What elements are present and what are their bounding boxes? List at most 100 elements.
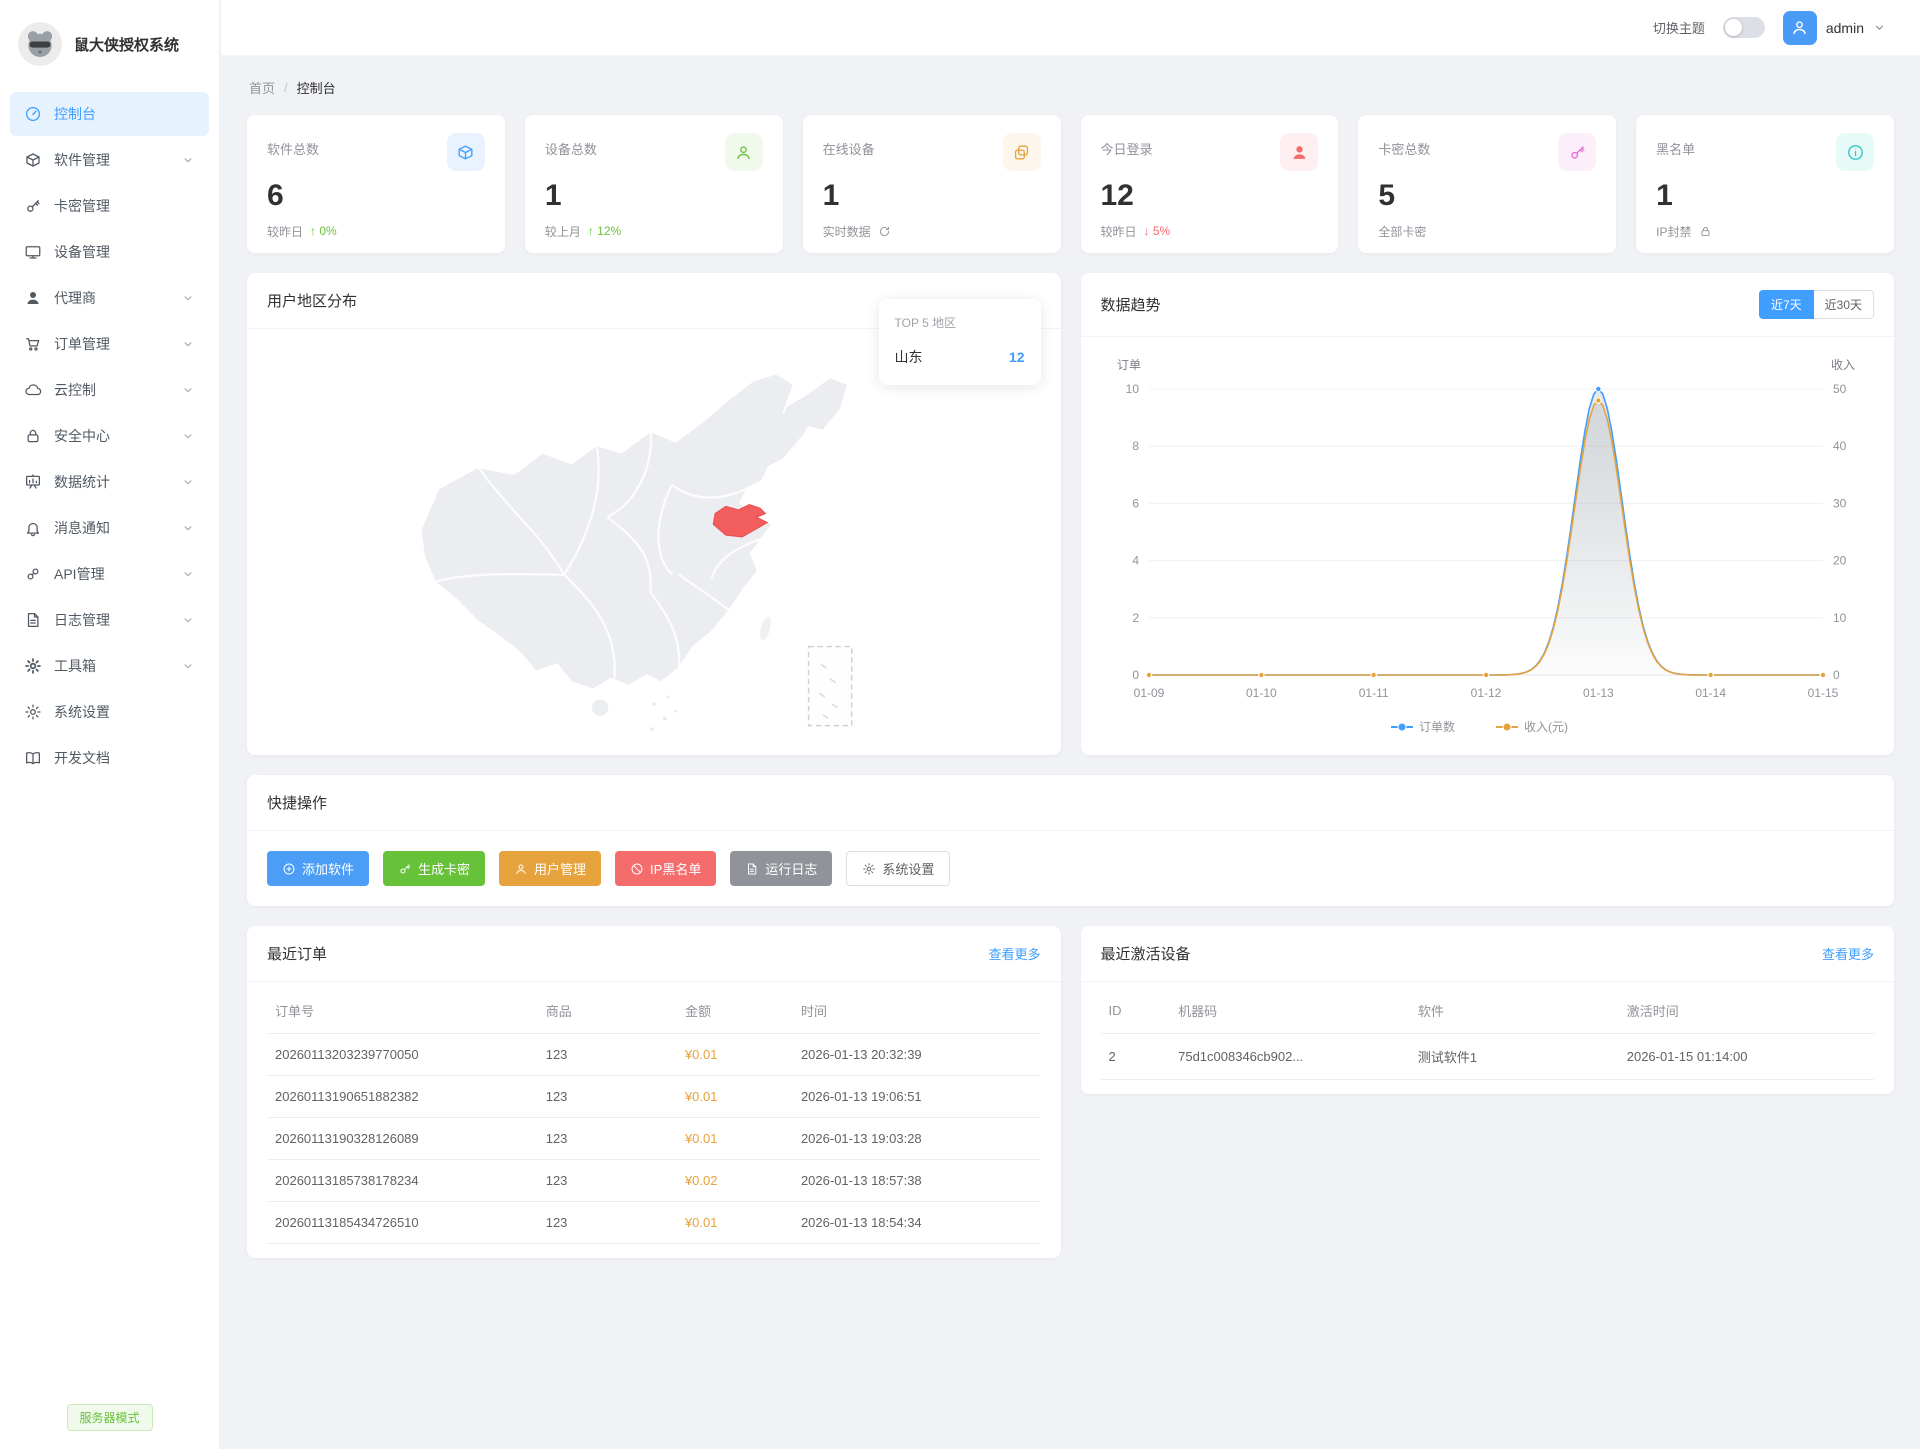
- stat-user-filled-icon: [1290, 143, 1309, 162]
- sidebar-item-14[interactable]: 开发文档: [10, 736, 209, 780]
- quick-action-0[interactable]: 添加软件: [267, 851, 369, 886]
- sidebar-item-7[interactable]: 安全中心: [10, 414, 209, 458]
- trend-line-chart: 024681001020304050订单收入01-0901-1001-1101-…: [1093, 341, 1879, 741]
- quick-action-4[interactable]: 运行日志: [730, 851, 832, 886]
- stat-subtitle: 较昨日↑ 0%: [267, 223, 485, 240]
- table-cell: ¥0.02: [677, 1160, 793, 1202]
- quick-action-label: 生成卡密: [418, 859, 470, 878]
- stat-value: 1: [545, 179, 763, 214]
- sidebar-item-5[interactable]: 订单管理: [10, 322, 209, 366]
- sidebar-item-3[interactable]: 设备管理: [10, 230, 209, 274]
- sidebar-item-12[interactable]: 工具箱: [10, 644, 209, 688]
- quick-action-1[interactable]: 生成卡密: [383, 851, 485, 886]
- file-text-icon: [745, 862, 759, 876]
- sidebar-item-label: 云控制: [54, 380, 169, 400]
- theme-toggle[interactable]: [1723, 17, 1765, 38]
- trend-tab-0[interactable]: 近7天: [1759, 290, 1814, 319]
- chevron-down-icon: [181, 567, 195, 581]
- stat-subtitle: 较上月↑ 12%: [545, 223, 763, 240]
- table-row: 20260113185738178234123¥0.022026-01-13 1…: [267, 1160, 1041, 1202]
- table-cell: 20260113203239770050: [267, 1034, 538, 1076]
- stat-trend: ↑ 0%: [310, 224, 337, 238]
- sidebar-item-label: 工具箱: [54, 656, 169, 676]
- table-row: 20260113190651882382123¥0.012026-01-13 1…: [267, 1076, 1041, 1118]
- svg-text:收入: 收入: [1831, 358, 1855, 372]
- stat-subtitle: 实时数据: [823, 223, 1041, 240]
- svg-text:50: 50: [1833, 382, 1847, 396]
- sidebar-item-label: 订单管理: [54, 334, 169, 354]
- sidebar-item-label: 控制台: [54, 104, 195, 124]
- gear-icon: [24, 703, 42, 721]
- table-row: 20260113190328126089123¥0.012026-01-13 1…: [267, 1118, 1041, 1160]
- top-regions-panel: TOP 5 地区 山东 12: [879, 299, 1041, 385]
- quick-action-5[interactable]: 系统设置: [846, 851, 950, 886]
- file-text-icon: [24, 611, 42, 629]
- cloud-icon: [24, 381, 42, 399]
- stat-trend: ↑ 12%: [588, 224, 621, 238]
- breadcrumb-home[interactable]: 首页: [249, 78, 275, 97]
- svg-text:01-12: 01-12: [1470, 686, 1501, 700]
- quick-action-3[interactable]: IP黑名单: [615, 851, 716, 886]
- box-icon: [24, 151, 42, 169]
- key-icon: [398, 862, 412, 876]
- svg-text:6: 6: [1132, 496, 1139, 510]
- sidebar-item-4[interactable]: 代理商: [10, 276, 209, 320]
- sidebar-item-0[interactable]: 控制台: [10, 92, 209, 136]
- app-logo: 鼠大侠授权系统: [0, 0, 219, 84]
- chevron-down-icon: [181, 475, 195, 489]
- devices-view-more-link[interactable]: 查看更多: [1822, 944, 1874, 963]
- svg-text:2: 2: [1132, 611, 1139, 625]
- table-cell: ¥0.01: [677, 1076, 793, 1118]
- stats-row: 软件总数 6 较昨日↑ 0% 设备总数 1 较上月↑ 12% 在线设备 1 实时…: [247, 115, 1894, 253]
- table-col-header: 时间: [793, 988, 1041, 1034]
- quick-action-2[interactable]: 用户管理: [499, 851, 601, 886]
- sidebar-item-11[interactable]: 日志管理: [10, 598, 209, 642]
- top-region-value: 12: [1009, 349, 1025, 365]
- stat-title: 在线设备: [823, 133, 875, 158]
- sidebar-item-6[interactable]: 云控制: [10, 368, 209, 412]
- gear-icon: [862, 862, 876, 876]
- table-col-header: ID: [1101, 988, 1171, 1034]
- sidebar-item-13[interactable]: 系统设置: [10, 690, 209, 734]
- orders-view-more-link[interactable]: 查看更多: [988, 944, 1040, 963]
- table-cell: ¥0.01: [677, 1118, 793, 1160]
- chevron-down-icon: [181, 521, 195, 535]
- sidebar-item-9[interactable]: 消息通知: [10, 506, 209, 550]
- user-avatar-icon: [1783, 11, 1817, 45]
- table-cell: 123: [538, 1160, 677, 1202]
- stat-subtitle: 较昨日↓ 5%: [1101, 223, 1319, 240]
- sidebar-item-10[interactable]: API管理: [10, 552, 209, 596]
- table-cell: 2026-01-13 20:32:39: [793, 1034, 1041, 1076]
- topbar: 切换主题 admin: [221, 0, 1920, 56]
- stat-card-2: 在线设备 1 实时数据: [803, 115, 1061, 253]
- theme-toggle-label: 切换主题: [1653, 18, 1705, 37]
- trend-tab-1[interactable]: 近30天: [1814, 290, 1874, 319]
- table-row: 20260113203239770050123¥0.012026-01-13 2…: [267, 1034, 1041, 1076]
- svg-text:订单数: 订单数: [1419, 719, 1455, 734]
- sidebar-item-8[interactable]: 数据统计: [10, 460, 209, 504]
- table-col-header: 机器码: [1170, 988, 1410, 1034]
- book-icon: [24, 749, 42, 767]
- user-menu[interactable]: admin: [1783, 11, 1886, 45]
- sidebar-item-label: 安全中心: [54, 426, 169, 446]
- quick-action-label: 用户管理: [534, 859, 586, 878]
- sidebar-item-2[interactable]: 卡密管理: [10, 184, 209, 228]
- svg-text:订单: 订单: [1116, 358, 1140, 372]
- table-col-header: 激活时间: [1619, 988, 1874, 1034]
- sidebar-item-1[interactable]: 软件管理: [10, 138, 209, 182]
- svg-text:40: 40: [1833, 439, 1847, 453]
- table-cell: 2026-01-13 18:57:38: [793, 1160, 1041, 1202]
- stat-title: 今日登录: [1101, 133, 1153, 158]
- table-row: 275d1c008346cb902...测试软件12026-01-15 01:1…: [1101, 1034, 1875, 1080]
- stat-title: 黑名单: [1656, 133, 1695, 158]
- sidebar: 鼠大侠授权系统 控制台软件管理卡密管理设备管理代理商订单管理云控制安全中心数据统…: [0, 0, 220, 1449]
- chevron-down-icon: [1873, 21, 1886, 34]
- sidebar-item-label: 日志管理: [54, 610, 169, 630]
- svg-text:01-09: 01-09: [1133, 686, 1164, 700]
- sidebar-item-label: 系统设置: [54, 702, 195, 722]
- key-icon: [24, 197, 42, 215]
- stat-card-3: 今日登录 12 较昨日↓ 5%: [1081, 115, 1339, 253]
- svg-text:10: 10: [1125, 382, 1139, 396]
- table-cell: 2026-01-13 19:03:28: [793, 1118, 1041, 1160]
- sidebar-item-label: 软件管理: [54, 150, 169, 170]
